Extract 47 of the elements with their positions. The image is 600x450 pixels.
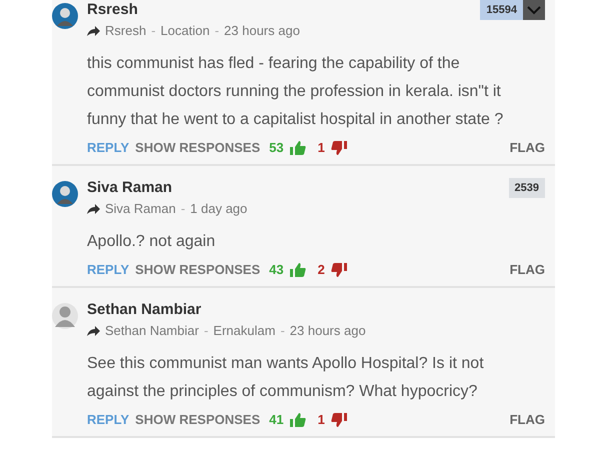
comment-text: Apollo.? not again xyxy=(87,232,216,252)
author-name: Rsresh xyxy=(87,0,138,20)
separator: - xyxy=(204,323,208,338)
show-responses-link[interactable]: SHOW RESPONSES xyxy=(135,262,260,277)
downvote-count: 1 xyxy=(318,140,325,155)
timestamp: 1 day ago xyxy=(190,201,248,216)
separator: - xyxy=(214,23,220,38)
show-responses-link[interactable]: SHOW RESPONSES xyxy=(135,140,260,155)
score-badge: 2539 xyxy=(508,178,545,198)
separator: - xyxy=(180,201,186,216)
thumbs-up-icon[interactable] xyxy=(290,262,306,276)
comment-text: this communist has fled - fearing the capability of the communist doctors running the profession in kerala. isn"t it funny that he went to a capitalist hospital in another state ? xyxy=(87,54,504,130)
location-text: Location xyxy=(160,23,210,38)
flag-link[interactable]: FLAG xyxy=(510,412,545,427)
upvote-count: 53 xyxy=(269,140,284,155)
thumbs-down-icon[interactable] xyxy=(330,412,347,426)
flag-link[interactable]: FLAG xyxy=(510,262,545,277)
downvote-count: 2 xyxy=(318,262,325,277)
show-responses-link[interactable]: SHOW RESPONSES xyxy=(135,412,260,427)
share-arrow-icon xyxy=(87,204,100,214)
shared-by-name: Siva Raman xyxy=(105,201,176,216)
chevron-icon xyxy=(527,5,541,15)
downvote-count: 1 xyxy=(318,412,325,427)
timestamp: 23 hours ago xyxy=(224,23,300,38)
thumbs-down-icon[interactable] xyxy=(330,262,347,276)
thumbs-down-icon[interactable] xyxy=(330,140,347,154)
separator: - xyxy=(151,23,156,38)
author-name: Siva Raman xyxy=(87,178,172,198)
reply-link[interactable]: REPLY xyxy=(87,140,130,155)
shared-by-name: Rsresh xyxy=(105,23,146,38)
reply-link[interactable]: REPLY xyxy=(87,262,130,277)
score-badge: 15594 xyxy=(480,0,523,20)
upvote-count: 43 xyxy=(269,262,284,277)
separator: - xyxy=(280,323,285,338)
dropdown-button[interactable] xyxy=(523,0,545,20)
timestamp: 23 hours ago xyxy=(290,323,366,338)
share-arrow-icon xyxy=(87,326,100,336)
comment-text: See this communist man wants Apollo Hospital? Is it not against the principles of communism? What hypocricy? xyxy=(87,354,485,402)
location-text: Ernakulam xyxy=(213,323,276,338)
shared-by-name: Sethan Nambiar xyxy=(105,323,199,338)
thumbs-up-icon[interactable] xyxy=(290,140,306,154)
flag-link[interactable]: FLAG xyxy=(510,140,545,155)
thumbs-up-icon[interactable] xyxy=(290,412,306,426)
share-arrow-icon xyxy=(87,26,100,36)
reply-link[interactable]: REPLY xyxy=(87,412,130,427)
upvote-count: 41 xyxy=(269,412,284,427)
author-name: Sethan Nambiar xyxy=(87,300,202,320)
